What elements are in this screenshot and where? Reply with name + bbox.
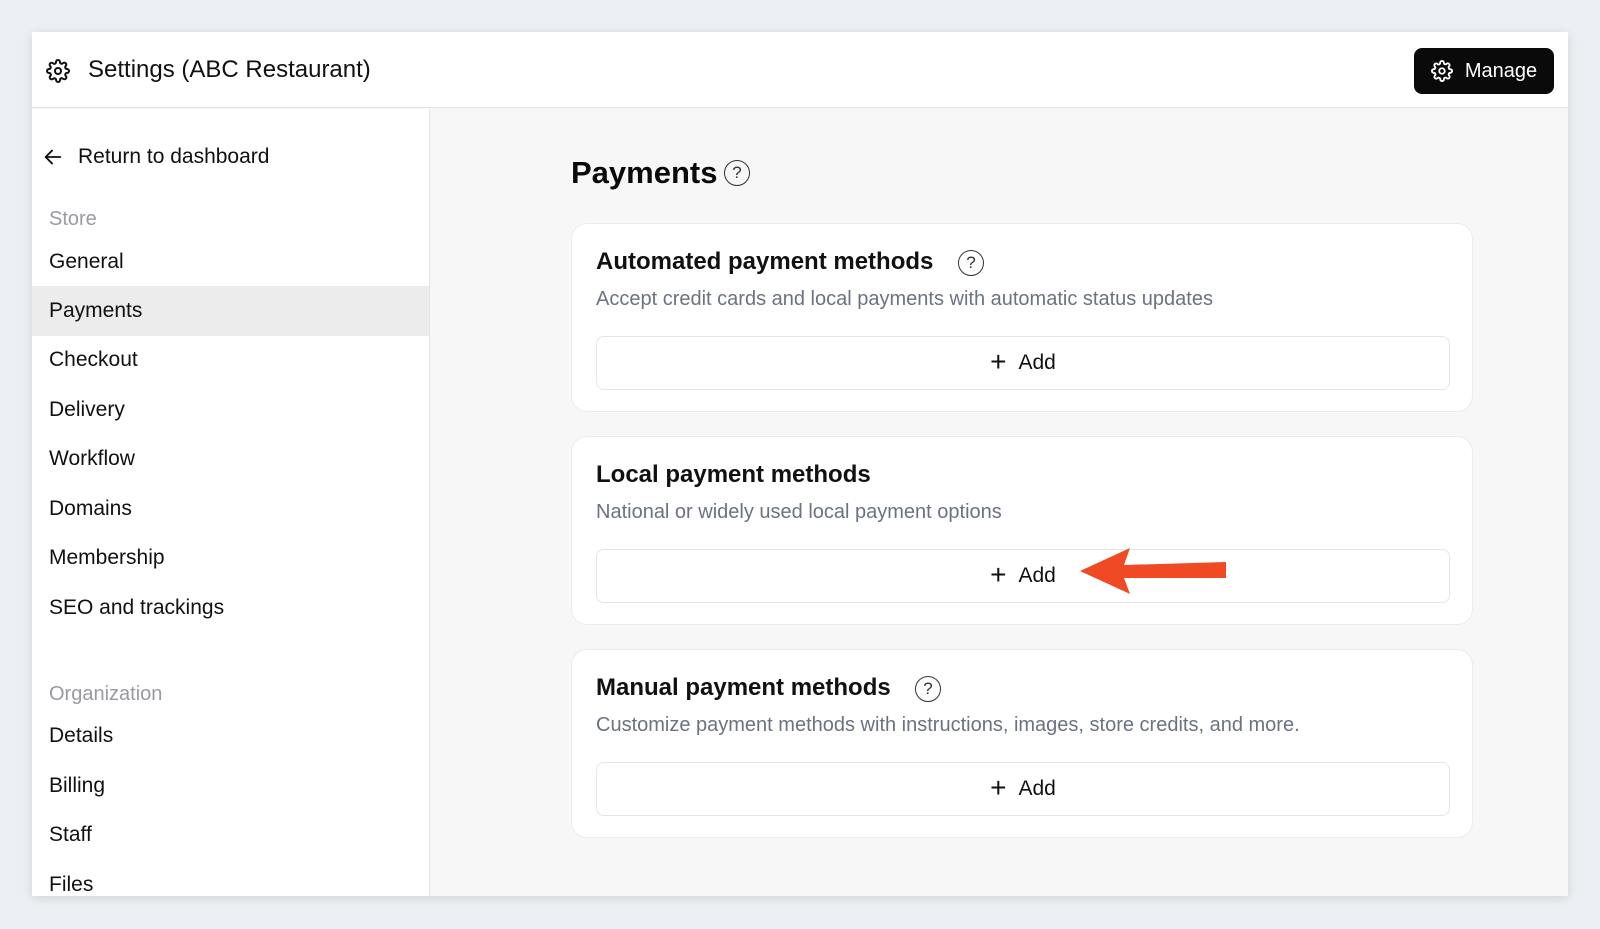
question-circle-icon[interactable]: ? (915, 676, 941, 702)
card-description: National or widely used local payment op… (596, 501, 1002, 523)
local-payment-methods-card: Local payment methods National or widely… (571, 436, 1473, 625)
question-circle-icon[interactable]: ? (724, 160, 750, 186)
add-manual-payment-button[interactable]: + Add (596, 762, 1450, 816)
sidebar-item-label: Details (49, 724, 114, 747)
sidebar-item-files[interactable]: Files (32, 860, 429, 896)
sidebar-item-details[interactable]: Details (32, 711, 429, 761)
sidebar-item-staff[interactable]: Staff (32, 810, 429, 860)
manage-button[interactable]: Manage (1414, 48, 1554, 94)
gear-icon (46, 59, 70, 83)
card-title: Manual payment methods (596, 674, 891, 701)
add-local-payment-button[interactable]: + Add (596, 549, 1450, 603)
sidebar-item-label: Delivery (49, 398, 125, 421)
return-to-dashboard-label: Return to dashboard (78, 145, 270, 168)
card-description: Customize payment methods with instructi… (596, 714, 1300, 736)
sidebar-item-seo-and-trackings[interactable]: SEO and trackings (32, 583, 429, 633)
sidebar-section-store: Store (49, 208, 97, 230)
sidebar-item-workflow[interactable]: Workflow (32, 434, 429, 484)
add-button-label: Add (1018, 351, 1056, 374)
manual-payment-methods-card: Manual payment methods ? Customize payme… (571, 649, 1473, 838)
sidebar: Return to dashboard Store General Paymen… (32, 109, 430, 896)
sidebar-item-label: Staff (49, 823, 92, 846)
plus-icon: + (990, 771, 1007, 803)
annotation-arrow-icon (1080, 548, 1226, 594)
sidebar-item-label: SEO and trackings (49, 596, 225, 619)
sidebar-item-label: Domains (49, 497, 132, 520)
plus-icon: + (990, 558, 1007, 590)
main-content: Payments ? Automated payment methods ? A… (430, 109, 1568, 896)
sidebar-item-billing[interactable]: Billing (32, 761, 429, 811)
sidebar-item-label: Files (49, 873, 94, 896)
sidebar-item-delivery[interactable]: Delivery (32, 385, 429, 435)
page-header-title: Settings (ABC Restaurant) (88, 56, 371, 83)
sidebar-item-general[interactable]: General (32, 237, 429, 287)
plus-icon: + (990, 345, 1007, 377)
return-to-dashboard-link[interactable]: Return to dashboard (42, 141, 269, 173)
arrow-left-icon (44, 149, 62, 165)
sidebar-item-domains[interactable]: Domains (32, 484, 429, 534)
question-circle-icon[interactable]: ? (958, 250, 984, 276)
add-button-label: Add (1018, 564, 1056, 587)
sidebar-item-label: General (49, 250, 124, 273)
manage-button-label: Manage (1464, 59, 1538, 82)
top-bar: Settings (ABC Restaurant) Manage (32, 32, 1568, 108)
page-title: Payments (571, 155, 718, 190)
add-button-label: Add (1018, 777, 1056, 800)
sidebar-item-label: Billing (49, 774, 106, 797)
automated-payment-methods-card: Automated payment methods ? Accept credi… (571, 223, 1473, 412)
card-title: Automated payment methods (596, 248, 934, 275)
sidebar-item-label: Checkout (49, 348, 138, 371)
sidebar-item-label: Workflow (49, 447, 135, 470)
sidebar-item-label: Payments (49, 299, 143, 322)
sidebar-item-label: Membership (49, 546, 165, 569)
sidebar-item-membership[interactable]: Membership (32, 533, 429, 583)
sidebar-section-organization: Organization (49, 683, 163, 705)
card-title: Local payment methods (596, 461, 871, 488)
sidebar-item-payments[interactable]: Payments (32, 286, 429, 336)
card-description: Accept credit cards and local payments w… (596, 288, 1213, 310)
gear-icon (1430, 60, 1453, 82)
add-automated-payment-button[interactable]: + Add (596, 336, 1450, 390)
settings-window: Settings (ABC Restaurant) Manage Return … (32, 32, 1568, 896)
sidebar-item-checkout[interactable]: Checkout (32, 335, 429, 385)
